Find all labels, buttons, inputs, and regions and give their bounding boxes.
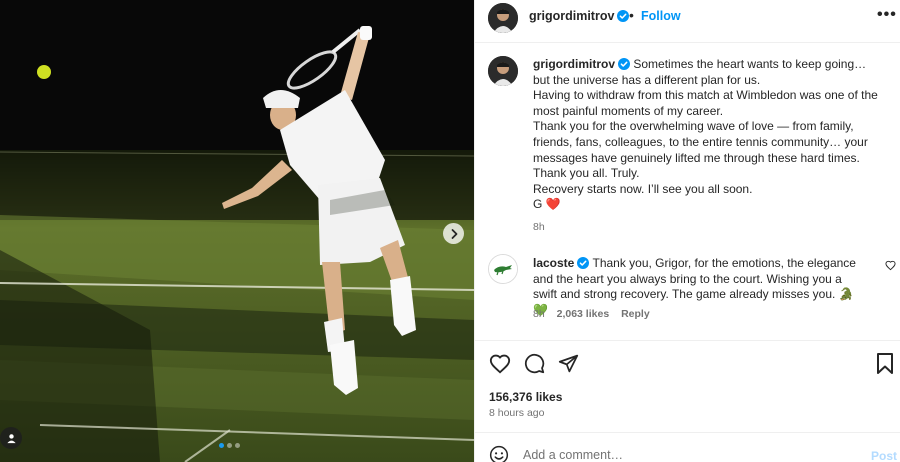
next-slide-button[interactable] bbox=[443, 223, 464, 244]
comment-likes-count[interactable]: 2,063 likes bbox=[557, 308, 610, 320]
avatar-image bbox=[488, 3, 518, 33]
like-heart-icon[interactable] bbox=[489, 353, 511, 375]
tagged-users-button[interactable] bbox=[0, 427, 22, 449]
carousel-dot bbox=[219, 443, 224, 448]
post-panel: grigordimitrov • Follow ••• grigordimitr… bbox=[474, 0, 900, 462]
author-username-text[interactable]: grigordimitrov bbox=[529, 9, 614, 23]
comment-meta: 8h 2,063 likes Reply bbox=[533, 308, 659, 320]
comment-input[interactable] bbox=[523, 448, 823, 462]
emoji-icon[interactable] bbox=[489, 445, 509, 462]
caption-line: Thank you all. Truly. bbox=[533, 166, 640, 181]
header-separator: • bbox=[629, 7, 634, 23]
avatar-image bbox=[488, 56, 518, 86]
follow-button[interactable]: Follow bbox=[641, 9, 681, 23]
comment-bubble-icon[interactable] bbox=[524, 353, 545, 374]
post-actions: 156,376 likes 8 hours ago Post bbox=[475, 340, 900, 462]
verified-badge-icon bbox=[617, 10, 630, 22]
caption-timestamp[interactable]: 8h bbox=[533, 221, 545, 233]
commenter-avatar[interactable] bbox=[488, 254, 518, 284]
comment-reply-button[interactable]: Reply bbox=[621, 308, 650, 320]
more-options-icon[interactable]: ••• bbox=[877, 6, 897, 24]
author-avatar[interactable] bbox=[488, 3, 518, 33]
post-comment-button[interactable]: Post bbox=[871, 449, 897, 462]
save-bookmark-icon[interactable] bbox=[876, 353, 894, 374]
verified-badge-icon bbox=[618, 58, 631, 70]
post-caption: grigordimitrov Sometimes the heart wants… bbox=[533, 57, 878, 213]
comment-username[interactable]: lacoste bbox=[533, 256, 574, 270]
post-photo bbox=[0, 0, 474, 462]
caption-username[interactable]: grigordimitrov bbox=[533, 57, 615, 71]
comment-composer: Post bbox=[475, 432, 900, 462]
carousel-dot bbox=[235, 443, 240, 448]
likes-count[interactable]: 156,376 likes bbox=[489, 390, 562, 404]
chevron-right-icon bbox=[451, 228, 457, 239]
post-media[interactable] bbox=[0, 0, 474, 462]
comment-like-heart-icon[interactable] bbox=[885, 260, 896, 271]
crocodile-logo-icon bbox=[489, 255, 517, 283]
share-send-icon[interactable] bbox=[558, 353, 579, 374]
comment-timestamp[interactable]: 8h bbox=[533, 308, 545, 320]
user-icon bbox=[6, 433, 16, 443]
caption-line: G ❤️ bbox=[533, 197, 561, 212]
verified-badge-icon bbox=[577, 257, 590, 269]
post-header: grigordimitrov • Follow ••• bbox=[475, 0, 900, 43]
caption-author-avatar[interactable] bbox=[488, 56, 518, 86]
caption-line: Recovery starts now. I’ll see you all so… bbox=[533, 181, 753, 196]
post-timestamp: 8 hours ago bbox=[489, 407, 545, 419]
carousel-indicator bbox=[219, 443, 240, 448]
author-username[interactable]: grigordimitrov bbox=[529, 9, 630, 23]
carousel-dot bbox=[227, 443, 232, 448]
caption-line: Having to withdraw from this match at Wi… bbox=[533, 88, 878, 118]
caption-line: Thank you for the overwhelming wave of l… bbox=[533, 119, 868, 165]
